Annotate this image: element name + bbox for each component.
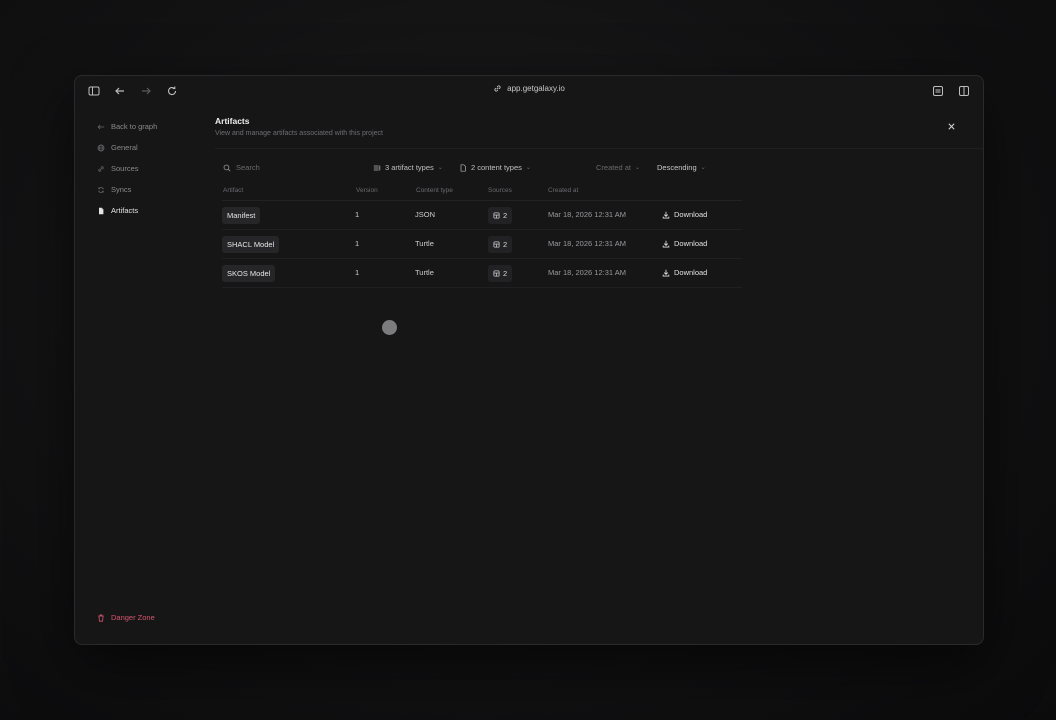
download-label: Download — [674, 268, 708, 277]
sync-icon — [98, 186, 104, 193]
version-cell: 1 — [355, 239, 360, 248]
document-icon — [460, 163, 466, 172]
trash-icon — [98, 614, 104, 622]
url-text: app.getgalaxy.io — [507, 84, 565, 93]
sidebar-item-syncs[interactable]: Syncs — [97, 179, 207, 200]
sidebar-item-label: General — [111, 143, 138, 152]
sort-field-label: Created at — [596, 163, 632, 172]
close-icon — [948, 123, 955, 130]
file-icon — [99, 207, 104, 214]
sidebar-item-general[interactable]: General — [97, 137, 207, 158]
browser-window: app.getgalaxy.io Back to graph General S… — [74, 75, 984, 645]
table-header: Artifact Version Content type Sources Cr… — [222, 184, 742, 201]
globe-icon — [97, 144, 105, 151]
column-header-version[interactable]: Version — [356, 187, 378, 194]
download-button[interactable]: Download — [662, 239, 707, 248]
download-button[interactable]: Download — [662, 268, 707, 277]
content-types-label: 2 content types — [471, 163, 522, 172]
search-input[interactable]: Search — [223, 163, 260, 172]
content-types-filter[interactable]: 2 content types ⌄ — [459, 163, 531, 172]
search-icon — [223, 164, 231, 172]
sidebar-item-sources[interactable]: Sources — [97, 158, 207, 179]
mouse-cursor — [382, 320, 397, 335]
danger-zone-link[interactable]: Danger Zone — [97, 613, 155, 622]
reader-icon[interactable] — [931, 84, 945, 98]
column-header-artifact[interactable]: Artifact — [223, 187, 243, 194]
header-divider — [215, 148, 983, 149]
created-at-cell: Mar 18, 2026 12:31 AM — [548, 210, 626, 219]
artifact-name-badge[interactable]: Manifest — [222, 207, 261, 224]
version-cell: 1 — [355, 268, 360, 277]
column-header-content-type[interactable]: Content type — [416, 187, 453, 194]
settings-sidebar: Back to graph General Sources Syncs Arti… — [97, 116, 207, 221]
address-bar[interactable]: app.getgalaxy.io — [75, 84, 983, 93]
close-button[interactable] — [947, 118, 957, 130]
main-panel: Artifacts View and manage artifacts asso… — [215, 116, 983, 137]
table-row[interactable]: Manifest 1 JSON 2 Mar 18, 2026 12:31 AM … — [222, 201, 742, 230]
chevron-down-icon: ⌄ — [437, 165, 443, 171]
download-label: Download — [674, 239, 708, 248]
sources-badge[interactable]: 2 — [488, 236, 513, 253]
artifact-name-badge[interactable]: SHACL Model — [222, 236, 280, 253]
download-icon — [662, 240, 670, 247]
column-header-sources[interactable]: Sources — [488, 187, 512, 194]
database-icon — [493, 270, 500, 277]
sidebar-item-artifacts[interactable]: Artifacts — [97, 200, 207, 221]
split-view-icon[interactable] — [957, 84, 971, 98]
database-icon — [493, 212, 500, 219]
created-at-cell: Mar 18, 2026 12:31 AM — [548, 239, 626, 248]
danger-zone-label: Danger Zone — [111, 613, 155, 622]
table-row[interactable]: SKOS Model 1 Turtle 2 Mar 18, 2026 12:31… — [222, 259, 742, 288]
chevron-down-icon: ⌄ — [700, 165, 706, 171]
page-subtitle: View and manage artifacts associated wit… — [215, 130, 383, 137]
sidebar-item-label: Syncs — [111, 185, 132, 194]
artifacts-table: Artifact Version Content type Sources Cr… — [222, 184, 742, 288]
sidebar-item-label: Back to graph — [111, 122, 158, 131]
database-icon — [493, 241, 500, 248]
chevron-down-icon: ⌄ — [635, 165, 641, 171]
search-placeholder: Search — [236, 163, 260, 172]
artifact-types-label: 3 artifact types — [385, 163, 434, 172]
content-type-cell: JSON — [415, 210, 436, 219]
arrow-left-icon — [97, 124, 105, 129]
content-type-cell: Turtle — [415, 268, 434, 277]
link-icon — [98, 165, 104, 172]
artifact-name-badge[interactable]: SKOS Model — [222, 265, 276, 282]
sort-order-select[interactable]: Descending ⌄ — [657, 163, 706, 172]
filter-bar: Search 3 artifact types ⌄ 2 content type… — [223, 163, 723, 177]
download-label: Download — [674, 210, 708, 219]
sources-badge[interactable]: 2 — [488, 265, 513, 282]
download-icon — [662, 269, 670, 276]
link-icon — [494, 85, 501, 92]
sources-count: 2 — [503, 240, 508, 249]
column-header-created-at[interactable]: Created at — [548, 187, 578, 194]
created-at-cell: Mar 18, 2026 12:31 AM — [548, 268, 626, 277]
sources-count: 2 — [503, 211, 508, 220]
download-icon — [662, 211, 670, 218]
title-bar: app.getgalaxy.io — [75, 76, 983, 106]
sort-order-label: Descending — [657, 163, 697, 172]
artifact-types-filter[interactable]: 3 artifact types ⌄ — [373, 163, 443, 172]
table-row[interactable]: SHACL Model 1 Turtle 2 Mar 18, 2026 12:3… — [222, 230, 742, 259]
page-title: Artifacts — [215, 116, 250, 126]
content-type-cell: Turtle — [415, 239, 434, 248]
sources-count: 2 — [503, 269, 508, 278]
sources-badge[interactable]: 2 — [488, 207, 513, 224]
chevron-down-icon: ⌄ — [525, 165, 531, 171]
sort-field-select[interactable]: Created at ⌄ — [596, 163, 640, 172]
version-cell: 1 — [355, 210, 360, 219]
filter-list-icon — [373, 165, 381, 170]
sidebar-item-back-to-graph[interactable]: Back to graph — [97, 116, 207, 137]
sidebar-item-label: Artifacts — [111, 206, 139, 215]
download-button[interactable]: Download — [662, 210, 707, 219]
sidebar-item-label: Sources — [111, 164, 139, 173]
